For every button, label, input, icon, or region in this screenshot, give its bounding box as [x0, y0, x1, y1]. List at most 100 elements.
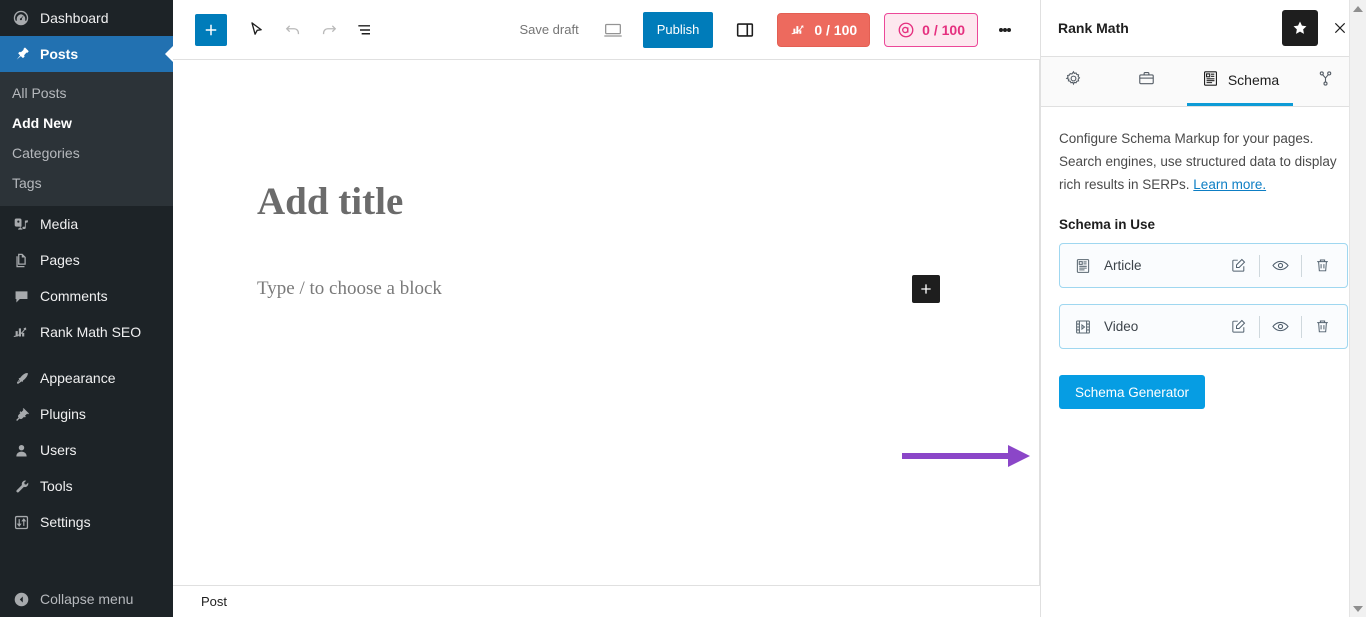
- delete-trash-icon[interactable]: [1301, 251, 1343, 281]
- save-draft-button[interactable]: Save draft: [507, 16, 590, 43]
- schema-generator-button[interactable]: Schema Generator: [1059, 375, 1206, 409]
- submenu-item-all-posts[interactable]: All Posts: [0, 78, 173, 108]
- tab-general[interactable]: [1041, 57, 1114, 106]
- sidebar-item-tools[interactable]: Tools: [0, 468, 173, 504]
- content-ai-icon: [897, 21, 915, 39]
- collapse-menu-button[interactable]: Collapse menu: [0, 581, 173, 617]
- content-ai-score-value: 0 / 100: [922, 21, 965, 38]
- breadcrumb[interactable]: Post: [201, 594, 227, 609]
- rank-math-tabs: Schema: [1041, 57, 1366, 107]
- tab-label: Schema: [1227, 72, 1280, 88]
- edit-icon[interactable]: [1217, 312, 1259, 342]
- sidebar-item-label: Plugins: [40, 406, 86, 422]
- star-icon[interactable]: [1282, 10, 1318, 46]
- schema-item-label: Video: [1104, 319, 1139, 334]
- block-prompt-placeholder[interactable]: Type / to choose a block: [257, 278, 442, 300]
- social-share-icon: [1316, 69, 1335, 91]
- page-title: Rank Math: [1058, 20, 1129, 36]
- sidebar-item-plugins[interactable]: Plugins: [0, 396, 173, 432]
- sidebar-item-pages[interactable]: Pages: [0, 242, 173, 278]
- rank-math-icon: [11, 322, 31, 342]
- tab-schema[interactable]: Schema: [1187, 57, 1293, 106]
- sidebar-item-label: Tools: [40, 478, 73, 494]
- video-film-icon: [1074, 318, 1092, 336]
- learn-more-link[interactable]: Learn more.: [1193, 177, 1266, 192]
- inline-block-inserter-button[interactable]: [912, 275, 940, 303]
- sidebar-item-label: Comments: [40, 288, 108, 304]
- collapse-menu-label: Collapse menu: [40, 591, 134, 607]
- gear-icon: [1064, 69, 1083, 91]
- sidebar-item-settings[interactable]: Settings: [0, 504, 173, 540]
- posts-submenu: All Posts Add New Categories Tags: [0, 72, 173, 206]
- preview-desktop-icon[interactable]: [595, 12, 631, 48]
- sidebar-item-comments[interactable]: Comments: [0, 278, 173, 314]
- tab-advanced[interactable]: [1114, 57, 1187, 106]
- settings-icon: [11, 512, 31, 532]
- schema-item-article[interactable]: Article: [1059, 243, 1348, 288]
- sidebar-item-label: Users: [40, 442, 77, 458]
- content-ai-score-badge[interactable]: 0 / 100: [884, 12, 978, 47]
- rank-math-icon: [790, 21, 807, 38]
- sidebar-item-label: Posts: [40, 46, 79, 62]
- scroll-down-arrow-icon[interactable]: [1350, 600, 1366, 617]
- rank-math-panel-header: Rank Math: [1041, 0, 1366, 57]
- list-view-button[interactable]: [347, 12, 383, 48]
- sidebar-item-label: Appearance: [40, 370, 116, 386]
- dashboard-icon: [11, 8, 31, 28]
- panel-scrollbar[interactable]: [1349, 0, 1366, 617]
- tools-icon: [11, 476, 31, 496]
- sidebar-item-label: Settings: [40, 514, 91, 530]
- pin-icon: [11, 44, 31, 64]
- submenu-item-tags[interactable]: Tags: [0, 168, 173, 198]
- submenu-item-categories[interactable]: Categories: [0, 138, 173, 168]
- editor-breadcrumb-bar: Post: [173, 585, 1040, 617]
- sidebar-item-rank-math-seo[interactable]: Rank Math SEO: [0, 314, 173, 350]
- media-icon: [11, 214, 31, 234]
- schema-item-label: Article: [1104, 258, 1142, 273]
- scroll-up-arrow-icon[interactable]: [1350, 0, 1366, 17]
- appearance-icon: [11, 368, 31, 388]
- sidebar-item-appearance[interactable]: Appearance: [0, 360, 173, 396]
- rank-math-panel: Rank Math Schema Configure Schema Markup…: [1040, 0, 1366, 617]
- tools-cursor-button[interactable]: [239, 12, 275, 48]
- sidebar-item-label: Media: [40, 216, 79, 232]
- undo-button[interactable]: [275, 12, 311, 48]
- briefcase-icon: [1137, 69, 1156, 91]
- seo-score-badge[interactable]: 0 / 100: [777, 12, 871, 47]
- sidebar-settings-button[interactable]: [727, 12, 763, 48]
- sidebar-item-label: Pages: [40, 252, 80, 268]
- block-inserter-button[interactable]: [195, 13, 227, 46]
- wp-admin-sidebar: Dashboard Posts All Posts Add New Catego…: [0, 0, 173, 617]
- rank-math-panel-body: Configure Schema Markup for your pages. …: [1041, 107, 1366, 617]
- publish-button[interactable]: Publish: [642, 11, 714, 48]
- editor-toolbar: Save draft Publish 0 / 100 0 / 100: [173, 0, 1040, 60]
- preview-eye-icon[interactable]: [1259, 251, 1301, 281]
- editor-canvas[interactable]: Add title Type / to choose a block: [173, 60, 1040, 585]
- seo-score-value: 0 / 100: [814, 21, 858, 38]
- submenu-item-add-new[interactable]: Add New: [0, 108, 173, 138]
- schema-item-video[interactable]: Video: [1059, 304, 1348, 349]
- schema-in-use-heading: Schema in Use: [1059, 217, 1156, 232]
- wordpress-block-editor: Dashboard Posts All Posts Add New Catego…: [0, 0, 1366, 617]
- sidebar-item-users[interactable]: Users: [0, 432, 173, 468]
- sidebar-item-dashboard[interactable]: Dashboard: [0, 0, 173, 36]
- editor-column: Save draft Publish 0 / 100 0 / 100 Add t…: [173, 0, 1040, 617]
- redo-button[interactable]: [311, 12, 347, 48]
- sidebar-divider: [0, 350, 173, 360]
- sidebar-item-posts[interactable]: Posts: [0, 36, 173, 72]
- schema-description: Configure Schema Markup for your pages. …: [1059, 127, 1348, 196]
- preview-eye-icon[interactable]: [1259, 312, 1301, 342]
- sidebar-item-label: Rank Math SEO: [40, 324, 142, 340]
- users-icon: [11, 440, 31, 460]
- post-title-placeholder[interactable]: Add title: [257, 180, 403, 225]
- edit-icon[interactable]: [1217, 251, 1259, 281]
- schema-document-icon: [1201, 69, 1220, 91]
- pages-icon: [11, 250, 31, 270]
- sidebar-item-label: Dashboard: [40, 10, 109, 26]
- article-icon: [1074, 257, 1092, 275]
- more-options-button[interactable]: [990, 12, 1020, 48]
- sidebar-item-media[interactable]: Media: [0, 206, 173, 242]
- delete-trash-icon[interactable]: [1301, 312, 1343, 342]
- plugins-icon: [11, 404, 31, 424]
- collapse-arrow-icon: [11, 589, 31, 609]
